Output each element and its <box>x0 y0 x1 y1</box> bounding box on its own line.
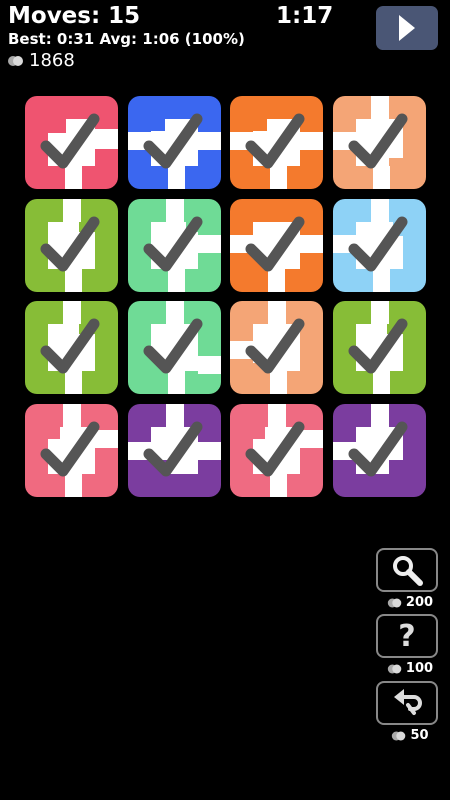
coin-balance: 1868 <box>8 50 75 72</box>
puzzle-tile[interactable] <box>230 96 323 189</box>
timer: 1:17 <box>276 3 334 29</box>
puzzle-tile[interactable] <box>230 403 323 497</box>
coin-count: 1868 <box>29 50 75 71</box>
question-icon: ? <box>398 618 416 654</box>
play-arrow-icon <box>399 15 415 41</box>
puzzle-tile[interactable] <box>230 301 323 394</box>
coins-icon <box>387 598 402 607</box>
coins-icon <box>8 56 24 66</box>
puzzle-tile[interactable] <box>332 301 426 394</box>
puzzle-tile[interactable] <box>127 301 221 394</box>
cost-label: 50 <box>410 728 429 743</box>
magnifier-icon <box>393 556 423 586</box>
undo-cost: 50 <box>380 728 440 743</box>
cost-label: 200 <box>405 595 434 610</box>
puzzle-tile[interactable] <box>25 403 118 497</box>
puzzle-tile[interactable] <box>127 96 221 189</box>
puzzle-tile[interactable] <box>25 198 118 292</box>
cost-label: 100 <box>405 661 434 676</box>
puzzle-tile[interactable] <box>332 198 426 292</box>
puzzle-tile[interactable] <box>230 198 323 292</box>
coins-icon <box>392 731 406 740</box>
hint-button[interactable]: ? <box>376 614 438 658</box>
undo-button[interactable] <box>376 681 438 725</box>
magnifier-cost: 200 <box>380 595 440 610</box>
moves-counter: Moves: 15 <box>8 3 141 29</box>
hint-cost: 100 <box>380 661 440 676</box>
puzzle-tile[interactable] <box>25 301 118 394</box>
puzzle-tile[interactable] <box>25 96 118 189</box>
magnifier-button[interactable] <box>376 548 438 592</box>
puzzle-tile[interactable] <box>332 96 426 189</box>
puzzle-tile[interactable] <box>127 403 221 497</box>
stats-line: Best: 0:31 Avg: 1:06 (100%) <box>8 30 245 48</box>
puzzle-tile[interactable] <box>127 198 221 292</box>
puzzle-tile[interactable] <box>332 403 426 497</box>
undo-icon <box>394 689 422 715</box>
coins-icon <box>387 664 402 673</box>
next-level-button[interactable] <box>376 6 438 50</box>
